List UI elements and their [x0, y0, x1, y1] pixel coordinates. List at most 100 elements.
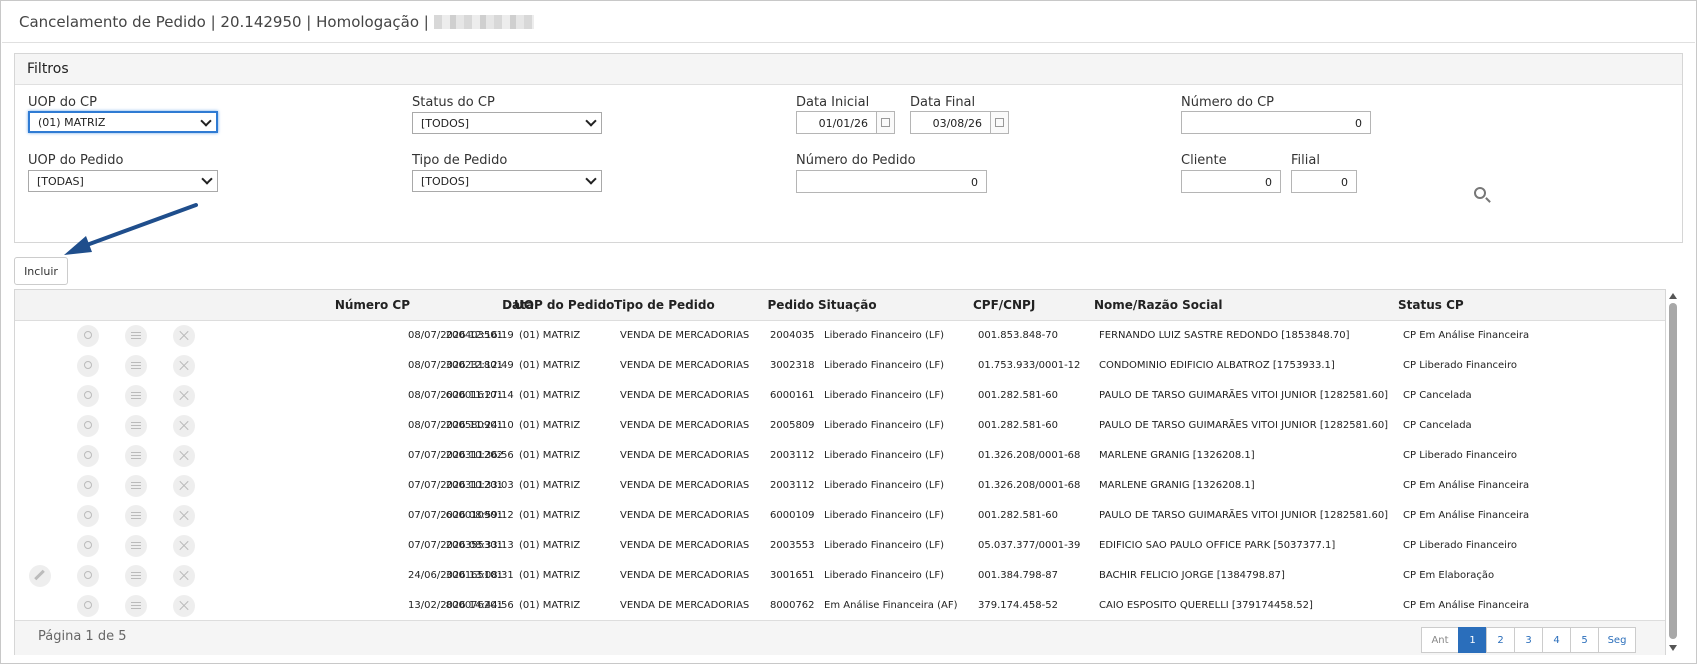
cancel-icon[interactable] — [173, 445, 195, 467]
pager-page-button[interactable]: 5 — [1570, 627, 1599, 653]
details-icon[interactable] — [125, 595, 147, 617]
cell-pedido: 2003112 — [770, 450, 815, 461]
tipo-pedido-label: Tipo de Pedido — [412, 153, 508, 168]
data-final-label: Data Final — [910, 95, 976, 110]
table-row[interactable]: 600016101 08/07/2026 11:27:14 (01) MATRIZ V… — [15, 381, 1665, 412]
table-row[interactable]: 600010901 07/07/2026 08:59:12 (01) MATRIZ V… — [15, 501, 1665, 532]
cancel-icon[interactable] — [173, 595, 195, 617]
col-status-cp[interactable]: Status CP — [1398, 298, 1464, 312]
cell-uop-pedido: (01) MATRIZ — [519, 420, 581, 431]
cliente-label: Cliente — [1181, 153, 1227, 168]
scroll-down-icon[interactable] — [1669, 645, 1677, 651]
cell-data: 08/07/2026 12:16:19 — [408, 330, 514, 341]
view-icon[interactable] — [77, 445, 99, 467]
chevron-down-icon — [200, 115, 212, 127]
search-icon[interactable] — [1474, 187, 1486, 199]
view-icon[interactable] — [77, 325, 99, 347]
table-row[interactable]: 200580901 08/07/2026 11:24:10 (01) MATRIZ V… — [15, 411, 1665, 442]
cell-cpf-cnpj: 001.282.581-60 — [978, 420, 1058, 431]
cancel-icon[interactable] — [173, 415, 195, 437]
col-numero-cp[interactable]: Número CP — [335, 298, 410, 312]
pager-page-button[interactable]: 3 — [1514, 627, 1543, 653]
data-inicial-input[interactable]: 01/01/26 — [796, 111, 877, 134]
cell-situacao: Liberado Financeiro (LF) — [824, 480, 945, 491]
cell-data: 08/07/2026 11:27:14 — [408, 390, 514, 401]
calendar-icon[interactable] — [991, 111, 1009, 134]
cell-pedido: 8000762 — [770, 600, 815, 611]
calendar-icon[interactable] — [877, 111, 895, 134]
view-icon[interactable] — [77, 505, 99, 527]
cancel-icon[interactable] — [173, 505, 195, 527]
cliente-input[interactable]: 0 — [1181, 170, 1281, 193]
details-icon[interactable] — [125, 475, 147, 497]
data-final-input[interactable]: 03/08/26 — [910, 111, 991, 134]
incluir-button[interactable]: Incluir — [14, 257, 68, 285]
cancel-icon[interactable] — [173, 325, 195, 347]
pager-page-button[interactable]: 2 — [1486, 627, 1515, 653]
pager-prev-button[interactable]: Ant — [1421, 627, 1459, 653]
numero-pedido-input[interactable]: 0 — [796, 170, 987, 193]
cancel-icon[interactable] — [173, 565, 195, 587]
numero-cp-input[interactable]: 0 — [1181, 111, 1371, 134]
details-icon[interactable] — [125, 505, 147, 527]
cell-uop-pedido: (01) MATRIZ — [519, 360, 581, 371]
cell-pedido: 6000161 — [770, 390, 815, 401]
col-situacao[interactable]: Situação — [818, 298, 877, 312]
table-row[interactable]: 300165101 24/06/2026 13:08:31 (01) MATRIZ V… — [15, 561, 1665, 592]
view-icon[interactable] — [77, 475, 99, 497]
status-cp-select[interactable]: [TODOS] — [412, 112, 602, 134]
cell-data: 07/07/2026 10:36:56 — [408, 450, 514, 461]
scroll-thumb[interactable] — [1669, 303, 1677, 639]
col-nome[interactable]: Nome/Razão Social — [1094, 298, 1222, 312]
table-row[interactable]: 200311202 07/07/2026 10:36:56 (01) MATRIZ V… — [15, 441, 1665, 472]
pager-page-button[interactable]: 1 — [1458, 627, 1487, 653]
view-icon[interactable] — [77, 355, 99, 377]
details-icon[interactable] — [125, 355, 147, 377]
details-icon[interactable] — [125, 535, 147, 557]
details-icon[interactable] — [125, 445, 147, 467]
cell-uop-pedido: (01) MATRIZ — [519, 510, 581, 521]
cell-data: 08/07/2026 12:12:49 — [408, 360, 514, 371]
cancel-icon[interactable] — [173, 385, 195, 407]
view-icon[interactable] — [77, 535, 99, 557]
numero-cp-label: Número do CP — [1181, 95, 1275, 110]
view-icon[interactable] — [77, 385, 99, 407]
col-uop-pedido[interactable]: UOP do Pedido — [514, 298, 614, 312]
cell-status-cp: CP Liberado Financeiro — [1403, 450, 1517, 461]
view-icon[interactable] — [77, 415, 99, 437]
cell-cpf-cnpj: 001.282.581-60 — [978, 510, 1058, 521]
cell-situacao: Liberado Financeiro (LF) — [824, 330, 945, 341]
details-icon[interactable] — [125, 565, 147, 587]
vertical-scrollbar[interactable] — [1666, 291, 1680, 653]
table-row[interactable]: 200403501 08/07/2026 12:16:19 (01) MATRIZ V… — [15, 321, 1665, 352]
filial-input[interactable]: 0 — [1291, 170, 1357, 193]
view-icon[interactable] — [77, 565, 99, 587]
cell-status-cp: CP Liberado Financeiro — [1403, 360, 1517, 371]
view-icon[interactable] — [77, 595, 99, 617]
uop-pedido-select[interactable]: [TODAS] — [28, 170, 218, 192]
table-row[interactable]: 200311201 07/07/2026 10:33:03 (01) MATRIZ V… — [15, 471, 1665, 502]
cancel-icon[interactable] — [173, 355, 195, 377]
col-tipo-pedido[interactable]: Tipo de Pedido — [614, 298, 715, 312]
pager-page-button[interactable]: 4 — [1542, 627, 1571, 653]
details-icon[interactable] — [125, 415, 147, 437]
uop-cp-select[interactable]: (01) MATRIZ — [28, 111, 218, 133]
cell-nome: PAULO DE TARSO GUIMARÃES VITOI JUNIOR [1… — [1099, 510, 1389, 521]
page-title: Cancelamento de Pedido | 20.142950 | Hom… — [19, 13, 534, 31]
cancel-icon[interactable] — [173, 535, 195, 557]
col-cpf-cnpj[interactable]: CPF/CNPJ — [973, 298, 1035, 312]
tipo-pedido-select[interactable]: [TODOS] — [412, 170, 602, 192]
scroll-up-icon[interactable] — [1669, 293, 1677, 299]
cancel-icon[interactable] — [173, 475, 195, 497]
table-row[interactable]: 800076201 13/02/2026 14:44:56 (01) MATRIZ V… — [15, 591, 1665, 622]
cell-pedido: 3002318 — [770, 360, 815, 371]
table-row[interactable]: 300231801 08/07/2026 12:12:49 (01) MATRIZ V… — [15, 351, 1665, 382]
col-pedido[interactable]: Pedido — [768, 298, 814, 312]
pager-next-button[interactable]: Seg — [1598, 627, 1636, 653]
cell-cpf-cnpj: 01.326.208/0001-68 — [978, 450, 1081, 461]
details-icon[interactable] — [125, 385, 147, 407]
details-icon[interactable] — [125, 325, 147, 347]
edit-icon[interactable] — [29, 565, 51, 587]
table-row[interactable]: 200355301 07/07/2026 08:33:13 (01) MATRIZ V… — [15, 531, 1665, 562]
page-info: Página 1 de 5 — [38, 629, 127, 644]
